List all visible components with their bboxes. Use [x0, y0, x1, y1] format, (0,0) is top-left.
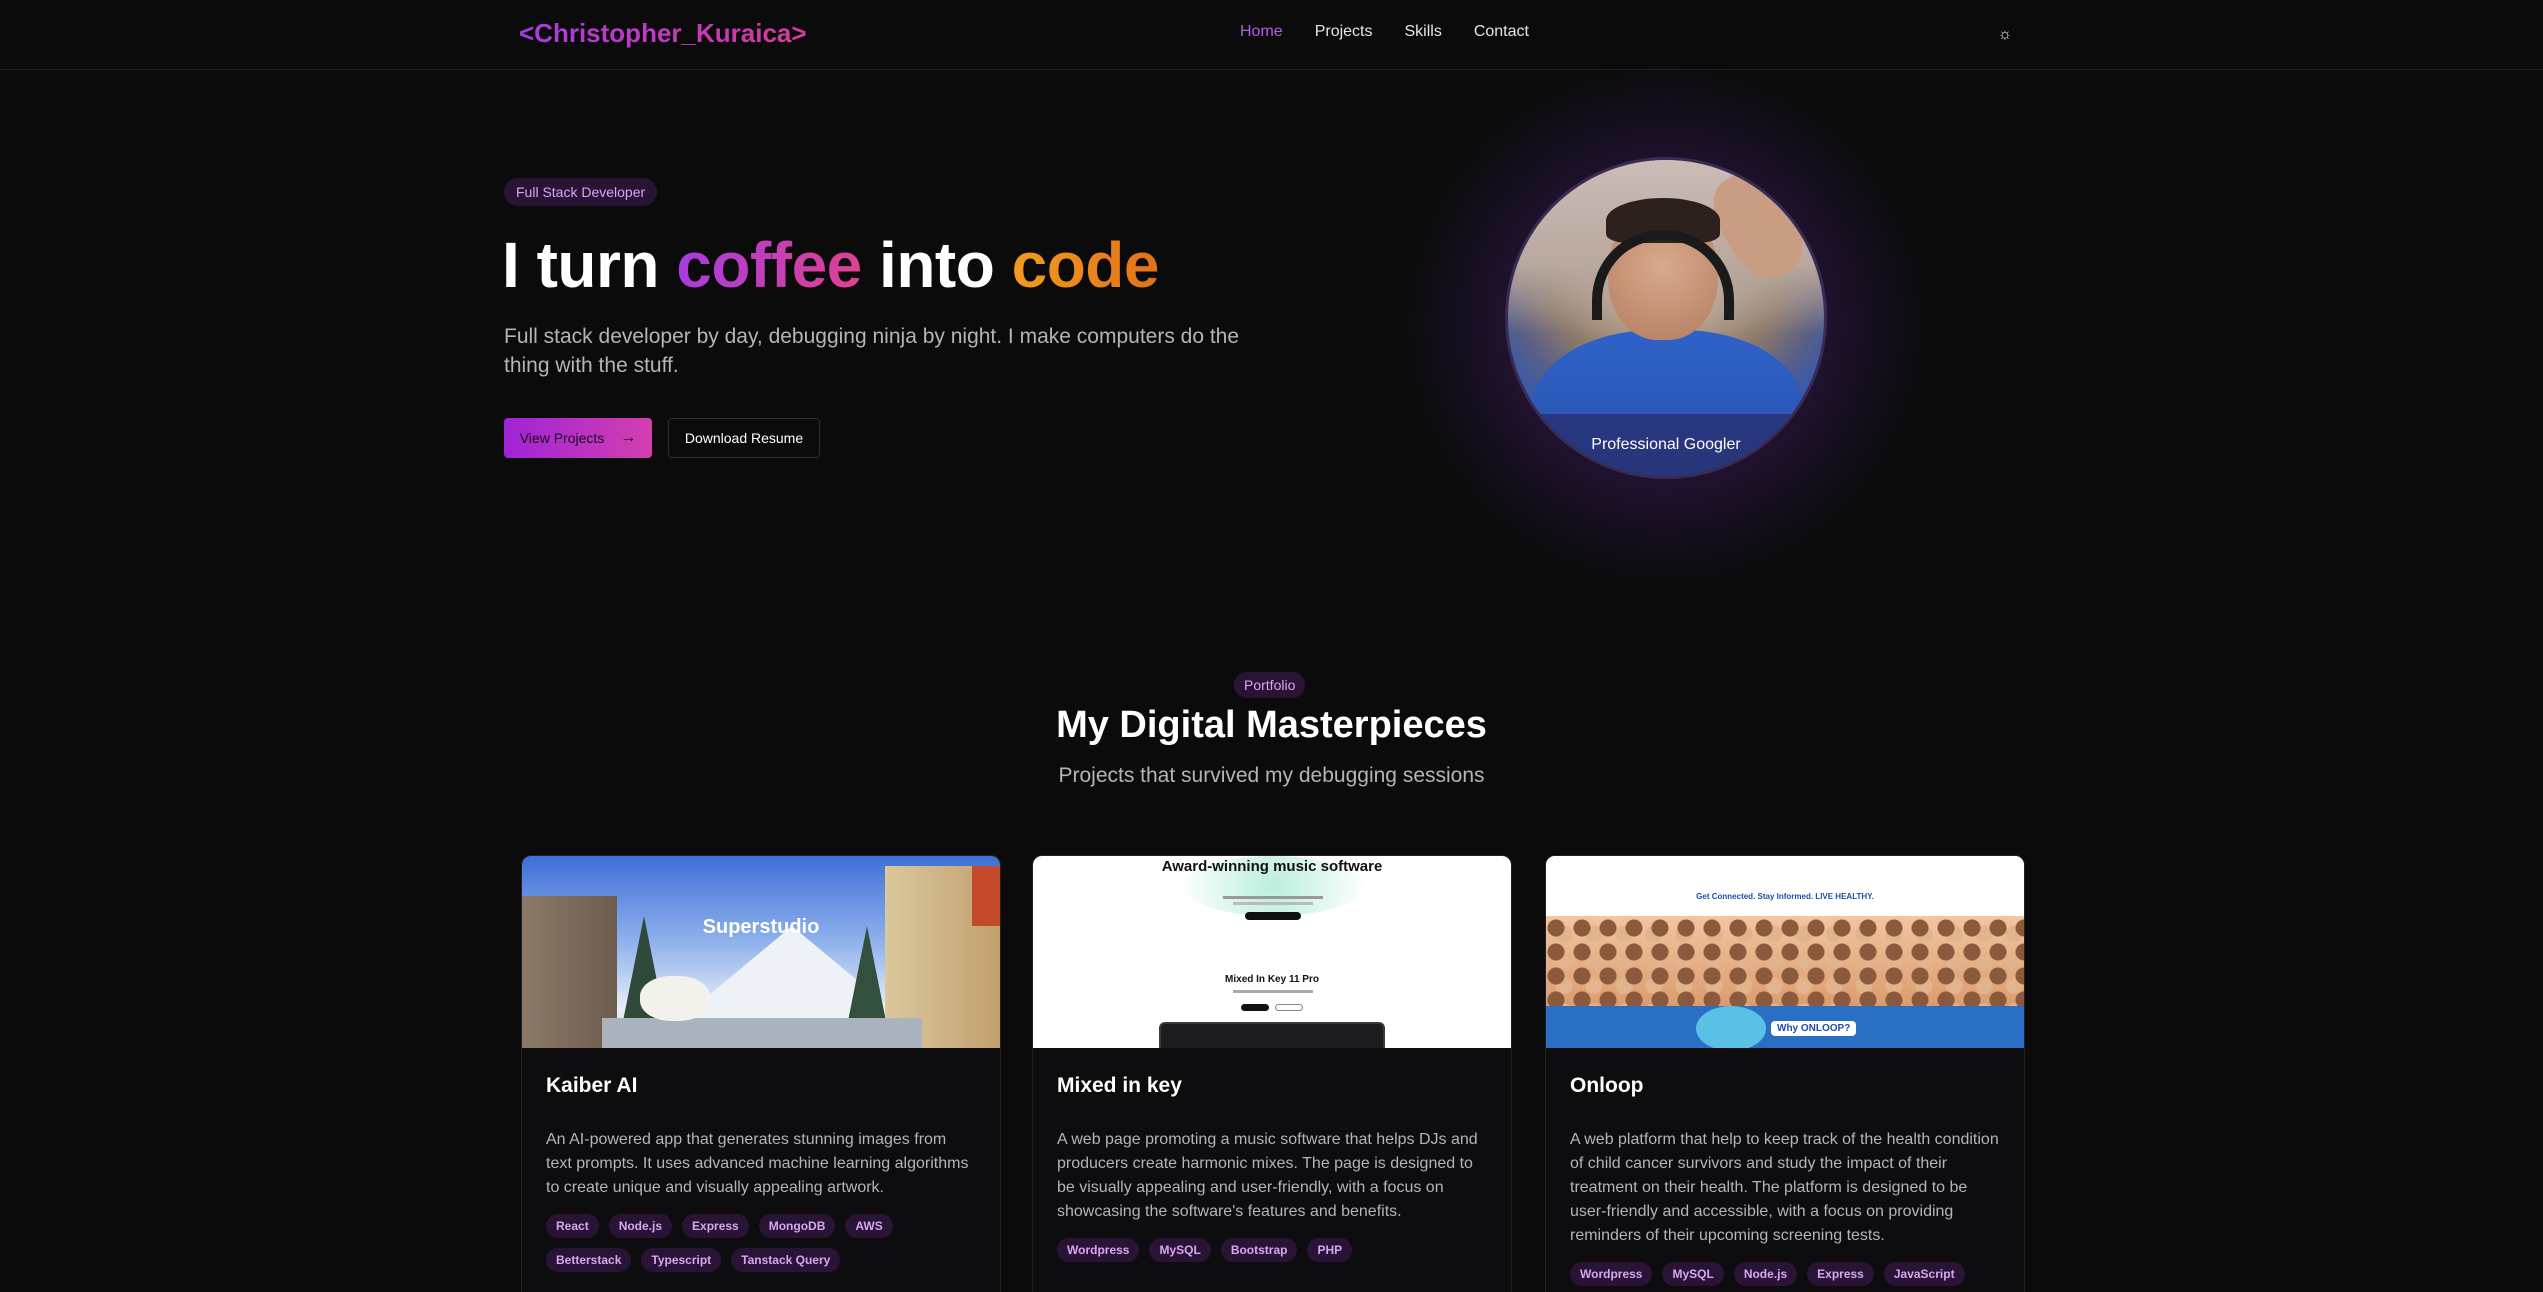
- project-description: An AI-powered app that generates stunnin…: [546, 1131, 969, 1196]
- theme-toggle-button[interactable]: ☼: [1990, 20, 2020, 50]
- view-projects-label: View Projects: [519, 430, 605, 446]
- project-card-onloop[interactable]: Get Connected. Stay Informed. LIVE HEALT…: [1545, 855, 2025, 1292]
- portfolio-subtitle: Projects that survived my debugging sess…: [1058, 764, 1485, 787]
- button-shape: [1241, 1004, 1269, 1011]
- navbar: <Christopher_Kuraica> Home Projects Skil…: [0, 0, 2543, 70]
- tech-tag: Bootstrap: [1220, 1238, 1298, 1262]
- tech-tag: Tanstack Query: [731, 1248, 841, 1272]
- tech-tag: Typescript: [641, 1248, 722, 1272]
- hero-badge: Full Stack Developer: [504, 178, 658, 206]
- tree-shape: [847, 926, 887, 1026]
- tag-list: React Node.js Express MongoDB AWS Better…: [546, 1214, 976, 1272]
- nav-link-contact[interactable]: Contact: [1474, 23, 1529, 41]
- sun-icon: ☼: [1997, 26, 2013, 43]
- hero-subtitle: Full stack developer by day, debugging n…: [504, 325, 1240, 377]
- site-logo[interactable]: <Christopher_Kuraica>: [519, 18, 807, 49]
- project-image-heading: Get Connected. Stay Informed. LIVE HEALT…: [1696, 892, 1874, 901]
- avatar: Professional Googler: [1505, 157, 1827, 479]
- button-shape: [1245, 912, 1301, 920]
- tech-tag: MongoDB: [758, 1214, 836, 1238]
- project-image-heading: Award-winning music software: [1161, 858, 1383, 875]
- arrow-right-icon: →: [620, 429, 637, 446]
- tech-tag: PHP: [1307, 1238, 1353, 1262]
- tech-tag: Express: [682, 1214, 749, 1238]
- hero-title: I turn coffee into code: [502, 228, 1159, 302]
- tech-tag: React: [546, 1214, 599, 1238]
- project-image-subheading: Mixed In Key 11 Pro: [1225, 974, 1319, 985]
- hero-title-word: into: [879, 229, 995, 301]
- nav-links: Home Projects Skills Contact: [1240, 23, 1529, 41]
- tech-tag: Node.js: [1733, 1262, 1798, 1286]
- tech-tag: MySQL: [1662, 1262, 1724, 1286]
- project-image-mixed-in-key: Award-winning music software Mixed In Ke…: [1033, 856, 1511, 1048]
- tech-tag: JavaScript: [1883, 1262, 1965, 1286]
- nav-link-home[interactable]: Home: [1240, 23, 1283, 41]
- text-line-shape: [1233, 902, 1313, 905]
- project-image-kaiber: Superstudio: [522, 856, 1000, 1048]
- button-shape: [1275, 1004, 1303, 1011]
- nav-shape: [1546, 856, 2024, 866]
- project-description: A web page promoting a music software th…: [1057, 1131, 1478, 1220]
- nav-link-skills[interactable]: Skills: [1404, 23, 1441, 41]
- polar-bear-shape: [640, 976, 710, 1021]
- tag-list: Wordpress MySQL Bootstrap PHP: [1057, 1238, 1487, 1262]
- project-title: Onloop: [1570, 1074, 1644, 1097]
- tech-tag: Express: [1807, 1262, 1874, 1286]
- download-resume-button[interactable]: Download Resume: [668, 418, 820, 458]
- project-title: Mixed in key: [1057, 1074, 1182, 1097]
- blob-shape: [1696, 1006, 1766, 1048]
- project-card-mixed-in-key[interactable]: Award-winning music software Mixed In Ke…: [1032, 855, 1512, 1292]
- tech-tag: AWS: [845, 1214, 893, 1238]
- avatar-caption: Professional Googler: [1508, 414, 1824, 476]
- tech-tag: Betterstack: [546, 1248, 632, 1272]
- laptop-screen-shape: [1159, 1022, 1385, 1048]
- hero-title-word-highlight: code: [1011, 229, 1160, 301]
- portfolio-badge: Portfolio: [1234, 672, 1306, 698]
- tech-tag: Wordpress: [1057, 1238, 1140, 1262]
- tech-tag: Node.js: [608, 1214, 673, 1238]
- hero-title-word-highlight: coffee: [676, 229, 862, 301]
- project-description: A web platform that help to keep track o…: [1570, 1131, 1999, 1244]
- project-image-text: Superstudio: [702, 916, 820, 938]
- card-body: Onloop A web platform that help to keep …: [1546, 1048, 2024, 1286]
- project-image-onloop: Get Connected. Stay Informed. LIVE HEALT…: [1546, 856, 2024, 1048]
- tech-tag: Wordpress: [1570, 1262, 1653, 1286]
- project-image-cta: Why ONLOOP?: [1771, 1021, 1857, 1036]
- tag-list: Wordpress MySQL Node.js Express JavaScri…: [1570, 1262, 2000, 1286]
- card-body: Kaiber AI An AI-powered app that generat…: [522, 1048, 1000, 1272]
- portfolio-title: My Digital Masterpieces: [1056, 704, 1487, 746]
- nav-link-projects[interactable]: Projects: [1315, 23, 1373, 41]
- view-projects-button[interactable]: View Projects →: [504, 418, 652, 458]
- project-title: Kaiber AI: [546, 1074, 638, 1097]
- hero-title-word: I turn: [502, 229, 659, 301]
- text-line-shape: [1223, 896, 1323, 899]
- card-body: Mixed in key A web page promoting a musi…: [1033, 1048, 1511, 1262]
- project-card-kaiber[interactable]: Superstudio Kaiber AI An AI-powered app …: [521, 855, 1001, 1292]
- tech-tag: MySQL: [1149, 1238, 1211, 1262]
- road-shape: [602, 1018, 922, 1048]
- crowd-illustration: [1546, 916, 2024, 1011]
- text-line-shape: [1233, 990, 1313, 993]
